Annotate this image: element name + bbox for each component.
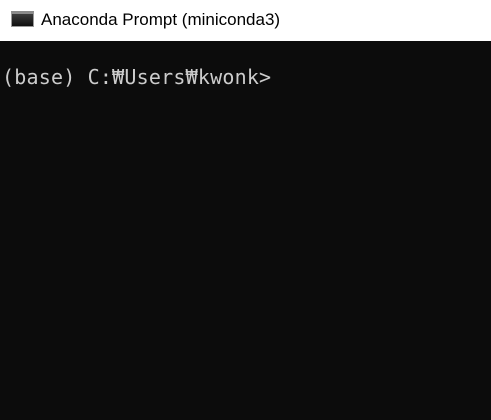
console-window: Anaconda Prompt (miniconda3) (base) C:₩U… — [0, 0, 491, 420]
window-title: Anaconda Prompt (miniconda3) — [41, 10, 281, 29]
console-area[interactable]: (base) C:₩Users₩kwonk> — [0, 41, 491, 420]
command-prompt[interactable]: (base) C:₩Users₩kwonk> — [2, 65, 271, 89]
title-bar[interactable]: Anaconda Prompt (miniconda3) — [0, 0, 491, 41]
console-window-icon[interactable] — [11, 11, 34, 27]
